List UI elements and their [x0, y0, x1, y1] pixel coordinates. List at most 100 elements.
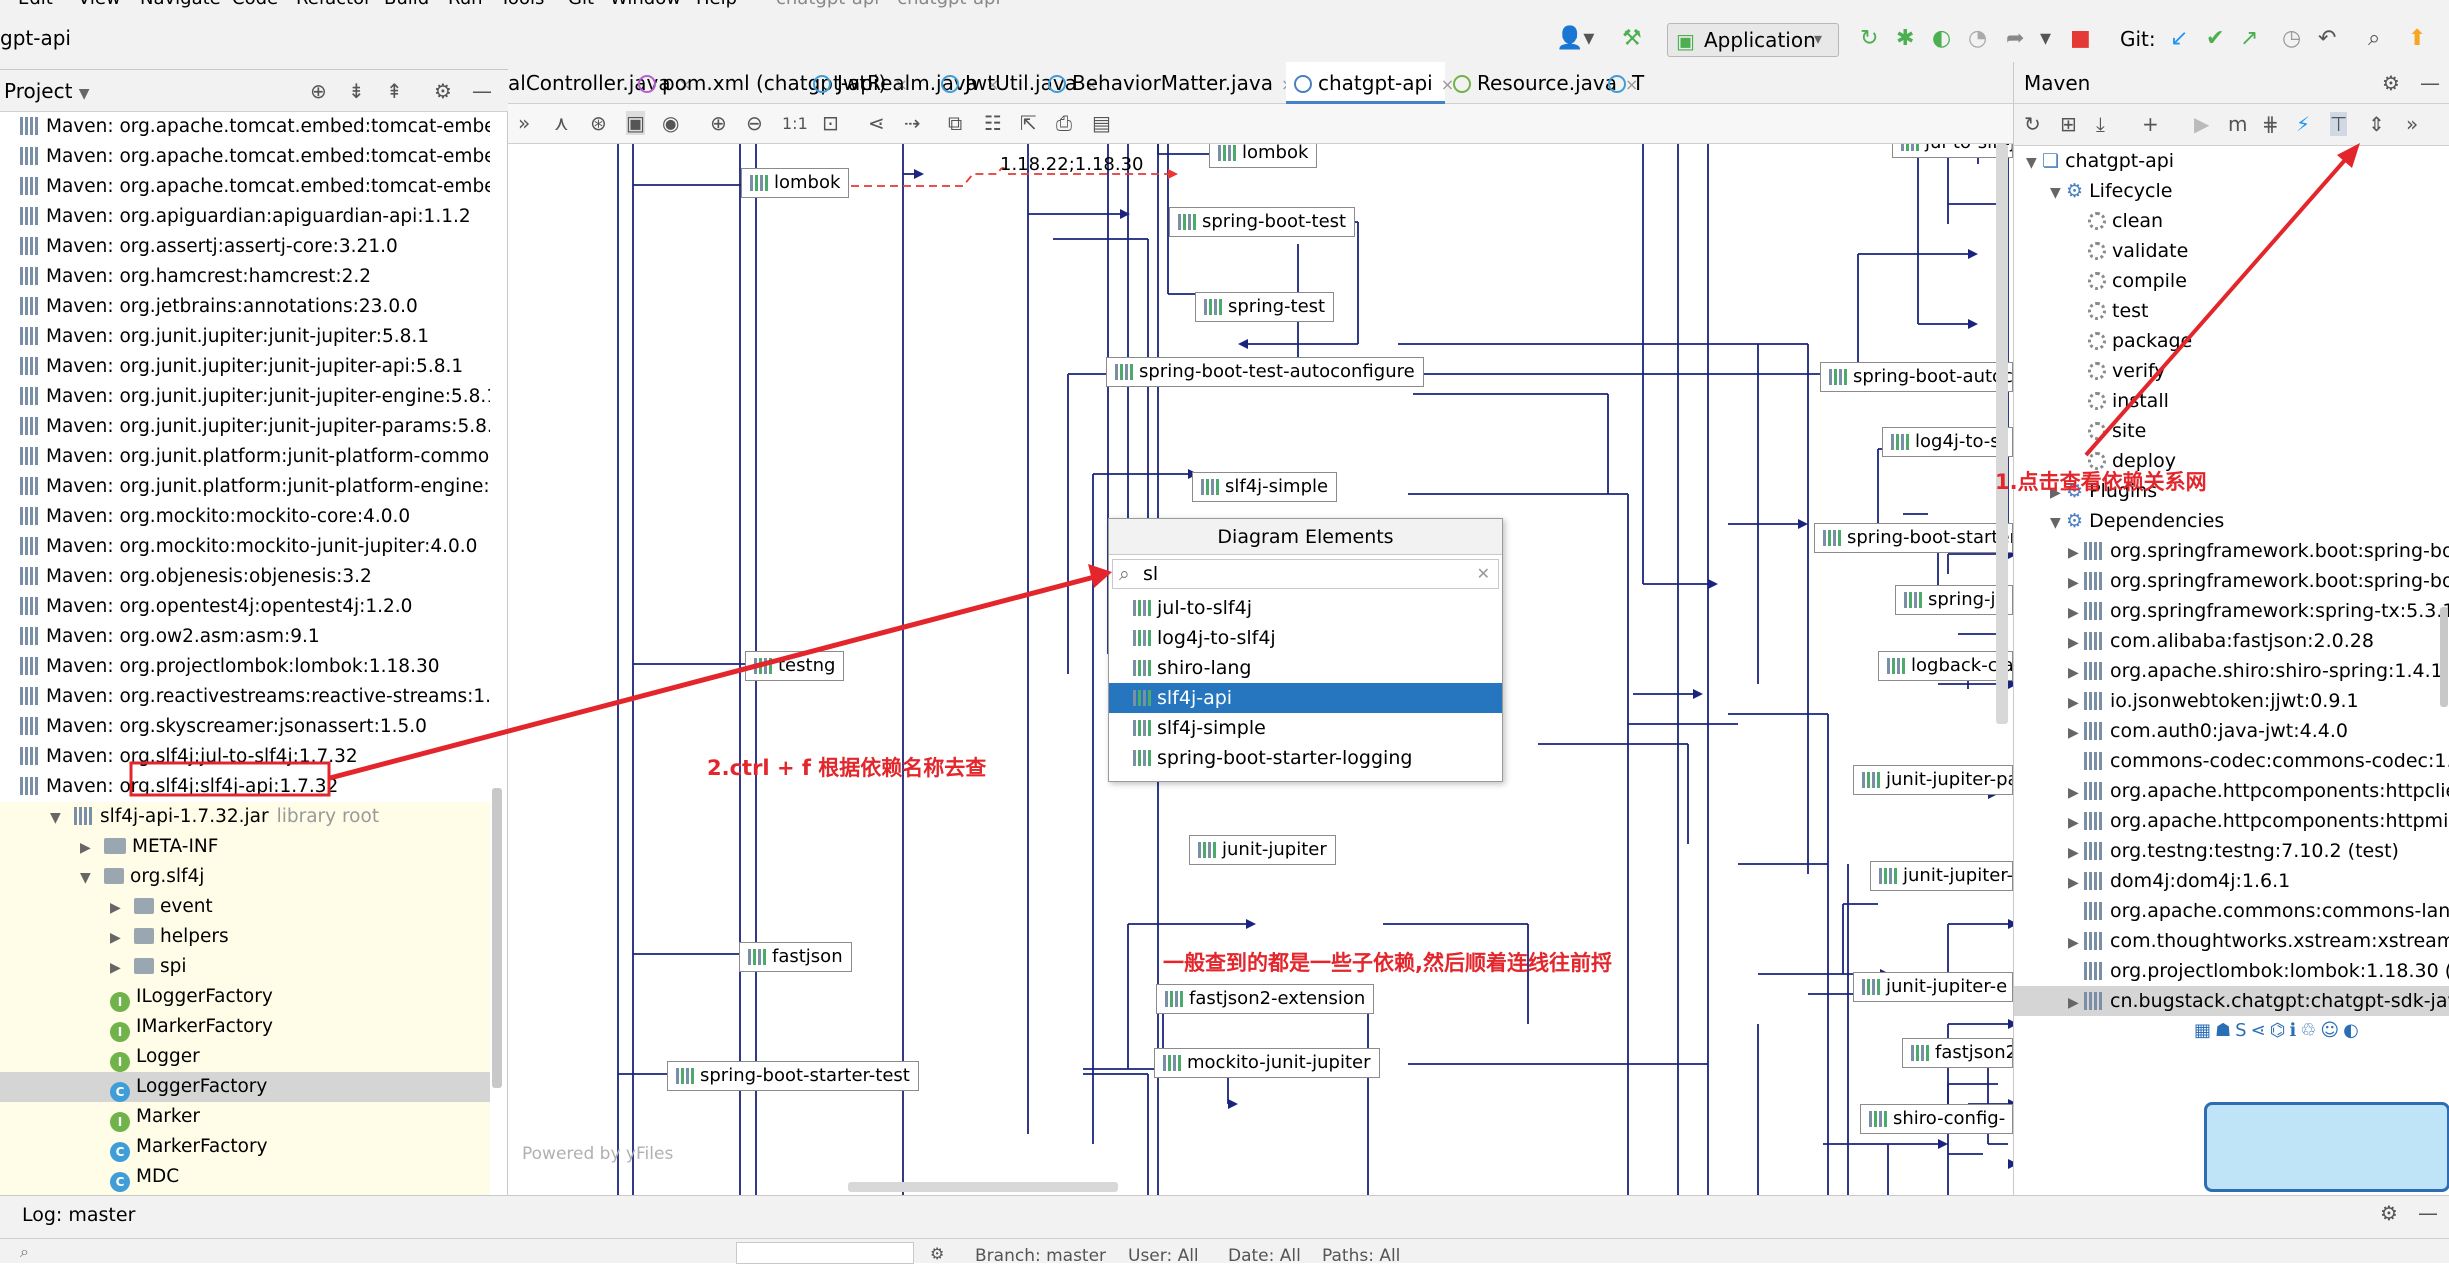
menu-help[interactable]: Help [696, 0, 737, 9]
git-push-icon[interactable]: ↗ [2240, 26, 2258, 52]
node-testng[interactable]: testng [745, 651, 845, 681]
tab-jwtutil-java[interactable]: JwtUtil.java × [933, 62, 1098, 104]
dependency-item[interactable]: ▶ org.apache.httpcomponents:httpmi [2014, 806, 2449, 836]
run-configuration-select[interactable]: ▣ Application ▾ [1667, 23, 1839, 57]
library-item[interactable]: Maven: org.junit.jupiter:junit-jupiter-p… [0, 412, 490, 442]
gear-icon[interactable]: ⚙ [2382, 70, 2400, 96]
coverage-icon[interactable]: ◐ [1932, 26, 1951, 52]
node-mockito-junit-jupiter[interactable]: mockito-junit-jupiter [1154, 1048, 1380, 1078]
popup-item-spring-boot-starter-logging[interactable]: spring-boot-starter-logging [1109, 743, 1502, 773]
clear-icon[interactable]: ✕ [1477, 560, 1490, 588]
more-icon[interactable]: » [2406, 112, 2418, 136]
actual-size-icon[interactable]: 1:1 [782, 114, 808, 133]
export-icon[interactable]: ⇱ [1020, 111, 1037, 135]
dependency-item[interactable]: ▶ io.jsonwebtoken:jjwt:0.9.1 [2014, 686, 2449, 716]
dependency-item[interactable]: ▶ com.thoughtworks.xstream:xstream:1 [2014, 926, 2449, 956]
tree-item[interactable]: I ILoggerFactory [0, 982, 490, 1012]
menu-code[interactable]: Code [232, 0, 278, 9]
chevron-right-icon[interactable]: ▶ [2068, 988, 2084, 1016]
debug-icon[interactable]: ✱ [1896, 26, 1914, 52]
maven-project[interactable]: ▼ ❏ chatgpt-api [2014, 146, 2449, 176]
chevron-right-icon[interactable]: ▶ [110, 923, 126, 952]
save-icon[interactable]: ▤ [1092, 111, 1111, 135]
node-spring-boot-test[interactable]: spring-boot-test [1169, 207, 1356, 237]
node-fastjson[interactable]: fastjson [739, 942, 852, 972]
dependency-item[interactable]: ▶ org.apache.shiro:shiro-spring:1.4.1 [2014, 656, 2449, 686]
dependency-item[interactable]: ▶ cn.bugstack.chatgpt:chatgpt-sdk-jav [2014, 986, 2449, 1016]
phase-clean[interactable]: clean [2014, 206, 2449, 236]
node-lombok[interactable]: lombok [741, 168, 850, 198]
stop-icon[interactable]: ■ [2070, 26, 2091, 52]
library-item[interactable]: Maven: org.apache.tomcat.embed:tomcat-em… [0, 112, 490, 142]
git-update-icon[interactable]: ↙ [2170, 26, 2188, 52]
tree-item[interactable]: C MDC [0, 1162, 490, 1192]
tab-alcontroller-java[interactable]: alController.java × [508, 62, 692, 104]
popup-item-slf4j-simple[interactable]: slf4j-simple [1109, 713, 1502, 743]
chevron-right-icon[interactable]: ▶ [2068, 928, 2084, 956]
copy-icon[interactable]: ⧉ [948, 111, 962, 135]
git-log-tab[interactable]: Log: master [22, 1204, 135, 1226]
search-icon[interactable]: ⌕ [2368, 26, 2380, 52]
phase-test[interactable]: test [2014, 296, 2449, 326]
show-dependencies-icon[interactable]: ⊤ [2330, 112, 2348, 136]
toggle-offline-icon[interactable]: ⋕ [2262, 112, 2279, 136]
zoom-out-icon[interactable]: ⊖ [746, 111, 763, 135]
hide-icon[interactable]: — [2420, 70, 2440, 96]
dependency-item[interactable]: ▶ org.testng:testng:7.10.2 (test) [2014, 836, 2449, 866]
reload-icon[interactable]: ↻ [2024, 112, 2041, 136]
library-item[interactable]: Maven: org.slf4j:slf4j-api:1.7.32 [0, 772, 490, 802]
chevron-right-icon[interactable]: ▶ [2068, 718, 2084, 746]
dependency-item[interactable]: commons-codec:commons-codec:1.1 [2014, 746, 2449, 776]
git-commit-icon[interactable]: ✔ [2206, 26, 2224, 52]
branch-filter[interactable]: Branch: master [975, 1246, 1106, 1266]
menu-run[interactable]: Run [448, 0, 483, 9]
gear-icon[interactable]: ⚙ [434, 78, 452, 104]
chevron-down-icon[interactable]: ▼ [2050, 508, 2066, 536]
library-item[interactable]: Maven: org.junit.platform:junit-platform… [0, 472, 490, 502]
date-filter[interactable]: Date: All [1228, 1246, 1301, 1266]
paths-filter[interactable]: Paths: All [1322, 1246, 1400, 1266]
dependency-item[interactable]: ▶ org.springframework:spring-tx:5.3.1 [2014, 596, 2449, 626]
jar-item[interactable]: ▼ slf4j-api-1.7.32.jar library root [0, 802, 490, 832]
tab-jwtrealm-java[interactable]: JwtRealm.java × [805, 62, 999, 104]
menu-refactor[interactable]: Refactor [296, 0, 372, 9]
update-icon[interactable]: ⬆ [2408, 26, 2426, 52]
collapse-all-icon[interactable]: ⇞ [386, 78, 403, 104]
find-icon[interactable]: ⊛ [590, 111, 607, 135]
user-icon[interactable]: 👤▾ [1556, 26, 1594, 52]
node-lombok-2[interactable]: lombok [1209, 144, 1318, 168]
chevron-down-icon[interactable]: ▼ [2050, 178, 2066, 206]
node-fastjson2[interactable]: fastjson2 [1902, 1038, 2013, 1068]
menu-navigate[interactable]: Navigate [140, 0, 221, 9]
preview-icon[interactable]: ◉ [662, 111, 679, 135]
select-icon[interactable]: ▣ [626, 111, 645, 135]
chevron-right-icon[interactable]: ▶ [2068, 538, 2084, 566]
phase-validate[interactable]: validate [2014, 236, 2449, 266]
zoom-in-icon[interactable]: ⊕ [710, 111, 727, 135]
library-item[interactable]: Maven: org.junit.jupiter:junit-jupiter-a… [0, 352, 490, 382]
chevron-right-icon[interactable]: ▶ [80, 833, 96, 862]
node-slf4j-simple[interactable]: slf4j-simple [1192, 472, 1338, 502]
library-item[interactable]: Maven: org.apache.tomcat.embed:tomcat-em… [0, 142, 490, 172]
dependency-diagram[interactable]: 1.18.22;1.18.30 lombok lombok spring-boo… [508, 144, 2013, 1195]
dependency-item[interactable]: ▶ org.springframework.boot:spring-bo [2014, 566, 2449, 596]
menu-view[interactable]: View [78, 0, 121, 9]
tab-chatgpt-api[interactable]: chatgpt-api × [1286, 62, 1454, 104]
tree-item[interactable]: ▶ spi [0, 952, 490, 982]
tab-resource-java[interactable]: Resource.java × [1445, 62, 1638, 104]
build-hammer-icon[interactable]: ⚒ [1622, 26, 1642, 52]
node-spring-boot-starter[interactable]: spring-boot-starter [1814, 523, 2013, 553]
diagram-h-scrollbar[interactable] [848, 1182, 1118, 1192]
history-icon[interactable]: ◷ [2282, 26, 2301, 52]
run-icon[interactable]: ▶ [2194, 112, 2209, 136]
chevron-right-icon[interactable]: ▶ [2068, 808, 2084, 836]
popup-item-log4j-to-slf4j[interactable]: log4j-to-slf4j [1109, 623, 1502, 653]
node-jul-to-slf4j[interactable]: jul-to-slf4j [1892, 144, 2013, 158]
add-folder-icon[interactable]: ⊞ [2060, 112, 2077, 136]
gear-icon[interactable]: ⚙ [2380, 1200, 2398, 1226]
dependency-item[interactable]: org.apache.commons:commons-lang [2014, 896, 2449, 926]
chevron-right-icon[interactable]: ▶ [2068, 628, 2084, 656]
log-filter-input[interactable] [736, 1242, 914, 1264]
tree-item[interactable]: I Logger [0, 1042, 490, 1072]
node-junit-jupiter[interactable]: junit-jupiter [1189, 835, 1336, 865]
